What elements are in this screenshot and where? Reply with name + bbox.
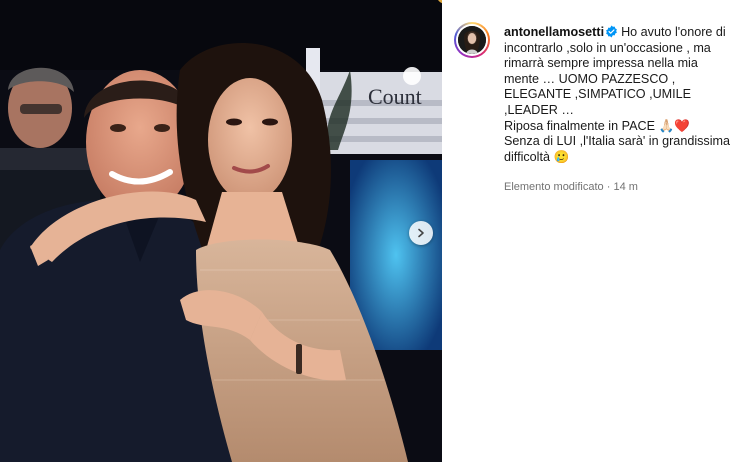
background-sign-text: Count [368,84,422,109]
post-time[interactable]: 14 m [613,181,637,193]
verified-badge-icon [606,25,617,38]
comment-panel: antonellamosetti Ho avuto l'onore di inco… [442,0,750,462]
carousel-next-button[interactable] [409,221,433,245]
avatar-portrait-icon [458,26,486,54]
caption-text-3: Senza di LUI ,l'Italia sarà' in grandiss… [504,134,731,164]
meta-separator: · [606,181,611,193]
caption-paragraph-2: Riposa finalmente in PACE 🙏🏻❤️ [504,119,736,135]
chevron-right-icon [418,228,424,238]
photo-illustration: Count [0,0,442,462]
caption-paragraph-3: Senza di LUI ,l'Italia sarà' in grandiss… [504,134,736,165]
edited-label: Elemento modificato [504,181,604,193]
caption-paragraph-1: antonellamosetti Ho avuto l'onore di inco… [504,25,736,119]
post-photo[interactable]: Count [0,0,442,462]
avatar-photo [458,26,486,54]
post-username[interactable]: antonellamosetti [504,25,604,39]
post-caption: antonellamosetti Ho avuto l'onore di inco… [504,25,736,165]
profile-avatar[interactable] [454,22,490,58]
post-meta: Elemento modificato · 14 m [504,181,638,193]
caption-text-2: Riposa finalmente in PACE 🙏🏻❤️ [504,118,690,133]
